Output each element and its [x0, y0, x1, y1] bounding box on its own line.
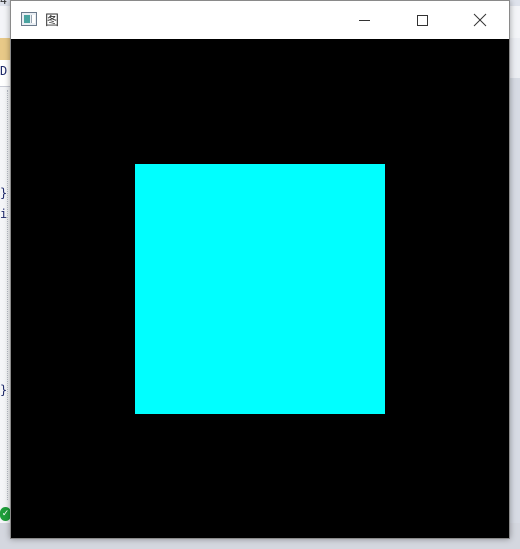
background-top-text: 4	[0, 0, 7, 7]
background-code-char: D	[0, 64, 8, 78]
drawing-canvas	[11, 39, 509, 538]
background-tab-edge	[0, 38, 10, 60]
background-right-panel-inner	[510, 78, 520, 549]
cyan-square-shape	[135, 164, 385, 414]
title-bar[interactable]: 图	[11, 1, 509, 39]
figure-window: 图	[10, 0, 510, 539]
window-title: 图	[45, 13, 59, 29]
maximize-button[interactable]	[393, 1, 451, 39]
app-window-icon[interactable]	[21, 12, 37, 26]
close-icon	[473, 13, 487, 27]
maximize-icon	[416, 14, 428, 26]
background-code-guide	[7, 90, 8, 500]
close-button[interactable]	[451, 1, 509, 39]
minimize-icon	[358, 19, 370, 21]
minimize-button[interactable]	[335, 1, 393, 39]
